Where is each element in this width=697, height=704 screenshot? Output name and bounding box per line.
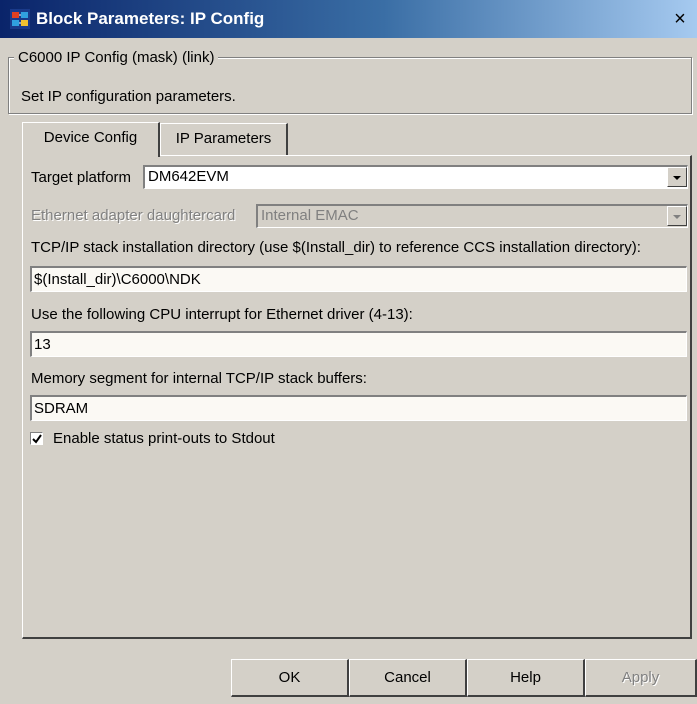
cpu-interrupt-field[interactable] — [30, 331, 687, 357]
target-platform-value: DM642EVM — [148, 168, 229, 185]
memory-segment-input[interactable] — [32, 397, 674, 419]
title-bar: Block Parameters: IP Config × — [0, 0, 697, 38]
tcpip-dir-label: TCP/IP stack installation directory (use… — [31, 239, 641, 256]
target-platform-select[interactable]: DM642EVM — [143, 165, 688, 189]
ethernet-adapter-value: Internal EMAC — [261, 207, 359, 224]
ethernet-adapter-select[interactable]: Internal EMAC — [256, 204, 688, 228]
mask-type-label: C6000 IP Config (mask) (link) — [14, 49, 219, 66]
cancel-button[interactable]: Cancel — [349, 659, 467, 697]
cpu-interrupt-label: Use the following CPU interrupt for Ethe… — [31, 306, 413, 323]
close-button[interactable]: × — [667, 8, 693, 30]
mask-description: Set IP configuration parameters. — [21, 88, 236, 105]
cpu-interrupt-input[interactable] — [32, 333, 674, 355]
memory-segment-field[interactable] — [30, 395, 687, 421]
tcpip-dir-input[interactable] — [32, 268, 674, 290]
target-platform-label: Target platform — [31, 169, 132, 186]
dropdown-arrow-icon[interactable] — [667, 167, 687, 187]
memory-segment-label: Memory segment for internal TCP/IP stack… — [31, 370, 367, 387]
dropdown-arrow-icon[interactable] — [667, 206, 687, 226]
tab-ip-parameters[interactable]: IP Parameters — [160, 123, 288, 155]
ethernet-adapter-label: Ethernet adapter daughtercard — [31, 207, 236, 224]
help-button[interactable]: Help — [467, 659, 585, 697]
window-title: Block Parameters: IP Config — [36, 9, 265, 28]
status-printouts-label: Enable status print-outs to Stdout — [53, 430, 275, 447]
checkmark-icon — [32, 434, 42, 444]
status-printouts-checkbox[interactable] — [30, 432, 43, 445]
simulink-block-icon — [10, 9, 30, 29]
tab-device-config[interactable]: Device Config — [22, 122, 160, 157]
ok-button[interactable]: OK — [231, 659, 349, 697]
tcpip-dir-field[interactable] — [30, 266, 687, 292]
apply-button[interactable]: Apply — [585, 659, 697, 697]
